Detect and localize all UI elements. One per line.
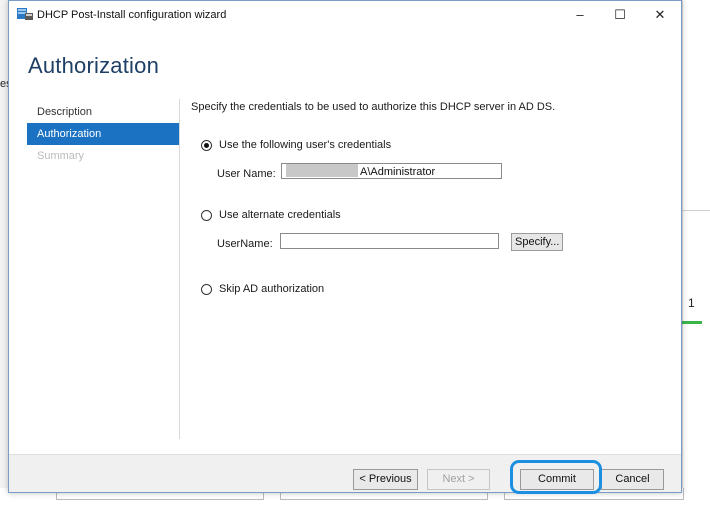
server-manager-icon xyxy=(17,8,33,20)
radio-user-credentials-label[interactable]: Use the following user's credentials xyxy=(219,139,391,151)
window-title: DHCP Post-Install configuration wizard xyxy=(37,9,227,21)
radio-alternate-credentials[interactable] xyxy=(201,210,212,221)
redacted-domain xyxy=(286,164,358,177)
close-button[interactable]: ✕ xyxy=(645,5,675,25)
user-name-label: User Name: xyxy=(217,168,276,180)
nav-item-authorization[interactable]: Authorization xyxy=(27,123,179,145)
background-panel xyxy=(682,0,710,505)
radio-skip-authorization-label[interactable]: Skip AD authorization xyxy=(219,283,324,295)
maximize-button[interactable]: ☐ xyxy=(605,5,635,25)
radio-alternate-credentials-label[interactable]: Use alternate credentials xyxy=(219,209,341,221)
cancel-button[interactable]: Cancel xyxy=(601,469,664,490)
nav-divider xyxy=(179,99,180,439)
page-title: Authorization xyxy=(28,53,160,78)
nav-item-description[interactable]: Description xyxy=(27,101,179,123)
alt-user-name-label: UserName: xyxy=(217,238,273,250)
screen: 1 es DHCP Post-Install configuration wiz… xyxy=(0,0,710,505)
user-name-value: A\Administrator xyxy=(360,166,436,178)
wizard-step-nav: Description Authorization Summary xyxy=(27,101,179,167)
background-tab-number[interactable]: 1 xyxy=(688,296,695,310)
background-tab-indicator xyxy=(682,321,702,324)
commit-highlight-ring xyxy=(510,460,602,494)
radio-user-credentials[interactable] xyxy=(201,140,212,151)
alt-user-name-field[interactable] xyxy=(280,233,499,249)
specify-button[interactable]: Specify... xyxy=(511,233,564,251)
instructions-text: Specify the credentials to be used to au… xyxy=(191,101,556,113)
user-name-field[interactable]: A\Administrator xyxy=(281,163,502,179)
dhcp-wizard-window: DHCP Post-Install configuration wizard –… xyxy=(8,0,682,494)
minimize-button[interactable]: – xyxy=(565,5,595,25)
nav-item-summary: Summary xyxy=(37,150,85,162)
radio-skip-authorization[interactable] xyxy=(201,284,212,295)
title-bar[interactable]: DHCP Post-Install configuration wizard –… xyxy=(9,1,681,29)
previous-button[interactable]: < Previous xyxy=(353,469,418,490)
next-button: Next > xyxy=(427,469,490,490)
background-divider xyxy=(682,210,710,211)
